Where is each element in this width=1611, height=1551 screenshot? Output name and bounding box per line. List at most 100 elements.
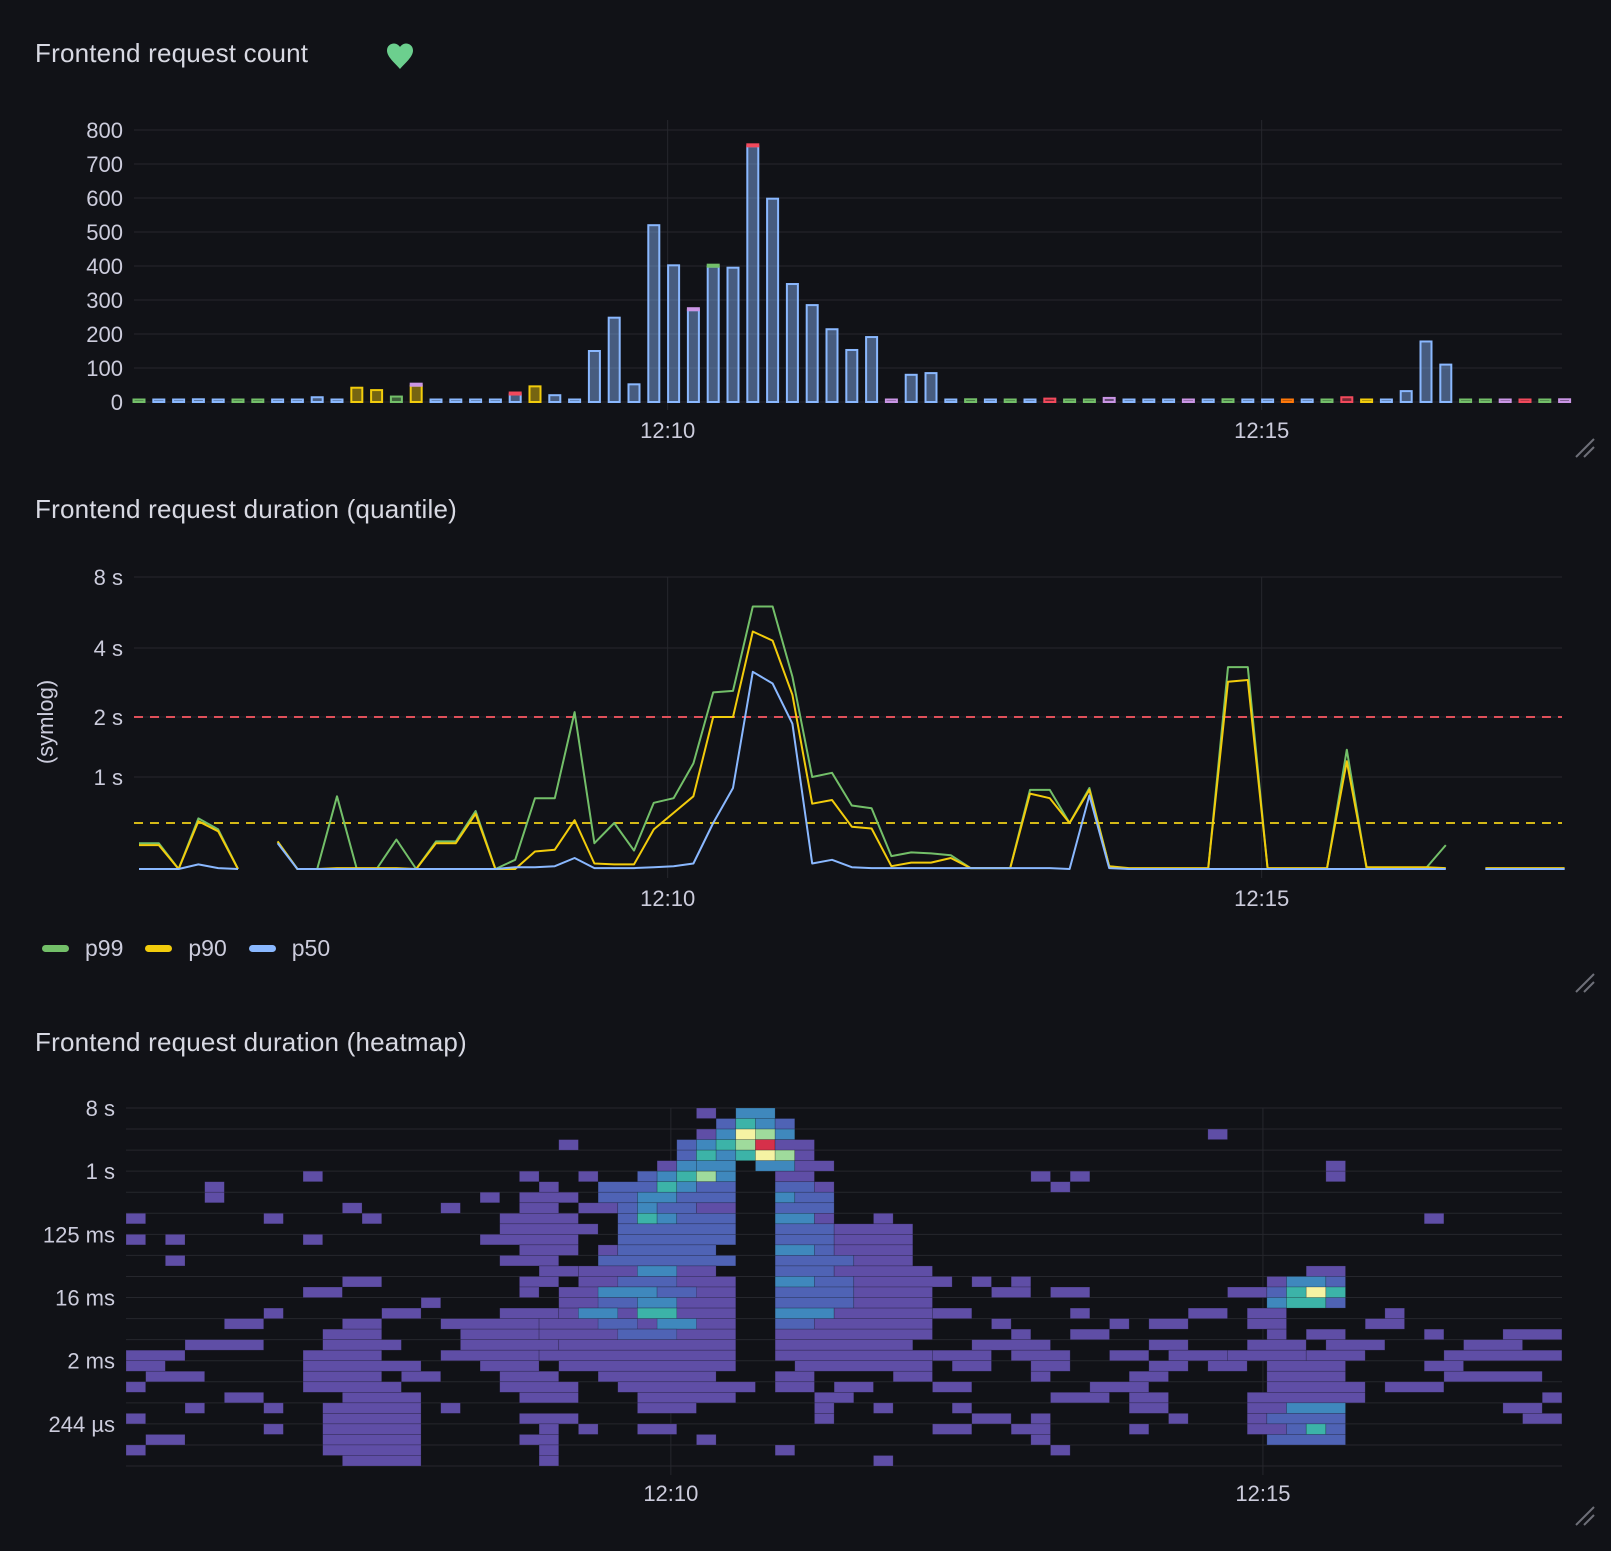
bar — [488, 398, 502, 403]
y-tick-label: 4 s — [94, 636, 123, 661]
heatmap-cell — [460, 1328, 540, 1340]
heatmap-cell — [951, 1360, 992, 1372]
heatmap-cell — [715, 1149, 737, 1161]
bar-top-segment — [706, 263, 720, 268]
heatmap-cell — [184, 1339, 264, 1351]
heatmap-cell — [499, 1381, 579, 1393]
heatmap-cell — [1423, 1360, 1464, 1372]
heatmap-cell — [1286, 1276, 1327, 1288]
heatmap-cell — [637, 1402, 697, 1414]
heatmap-cell — [735, 1149, 756, 1161]
resize-handle-icon[interactable] — [1574, 972, 1596, 994]
heatmap-cell — [617, 1328, 678, 1340]
bar — [1122, 398, 1136, 403]
bar — [766, 197, 780, 403]
heatmap-cell — [1266, 1297, 1287, 1309]
heatmap-cell — [853, 1297, 933, 1309]
heatmap-cell — [755, 1139, 776, 1151]
heatmap-cell — [735, 1118, 756, 1130]
heatmap-cell — [1030, 1434, 1051, 1446]
heatmap-cell — [774, 1318, 815, 1330]
y-tick-label: 125 ms — [43, 1222, 115, 1247]
bar — [1063, 398, 1077, 403]
heatmap-cell — [833, 1234, 914, 1246]
heatmap-cell — [656, 1286, 697, 1298]
bar — [944, 398, 958, 403]
bar — [508, 393, 522, 403]
heatmap-cell — [1364, 1318, 1405, 1330]
heatmap-cell — [479, 1234, 579, 1246]
heatmap-cell — [833, 1265, 933, 1277]
bar — [1360, 398, 1374, 403]
heatmap-cell — [656, 1318, 697, 1330]
bar — [271, 398, 285, 403]
heatmap-cell — [1325, 1170, 1346, 1183]
bar — [1201, 398, 1215, 403]
heatmap-cell — [479, 1360, 540, 1372]
heatmap-cell — [774, 1213, 815, 1225]
heatmap-cell — [1030, 1170, 1051, 1183]
heatmap-cell — [1286, 1402, 1346, 1414]
legend-label: p99 — [85, 935, 124, 961]
heatmap-cell — [696, 1139, 717, 1151]
heatmap-cell — [617, 1223, 737, 1235]
heatmap-cell — [1286, 1297, 1327, 1309]
resize-handle-icon[interactable] — [1574, 437, 1596, 459]
heatmap-cell — [519, 1202, 560, 1214]
x-tick-label: 12:10 — [640, 886, 695, 911]
legend-item-p99[interactable]: p99 — [42, 935, 123, 962]
bar — [310, 396, 324, 403]
heatmap-cell — [696, 1181, 737, 1193]
y-tick-label: 8 s — [94, 565, 123, 590]
heatmap-cell — [204, 1181, 225, 1193]
heatmap-cell — [617, 1213, 638, 1225]
legend-label: p90 — [188, 935, 227, 961]
y-tick-label: 400 — [86, 254, 123, 279]
heatmap-cell — [1443, 1370, 1543, 1383]
heatmap-cell — [755, 1149, 776, 1161]
heatmap-cell — [125, 1381, 146, 1393]
bar — [172, 398, 186, 403]
heatmap-cell — [774, 1297, 855, 1309]
heatmap-cell — [656, 1170, 678, 1183]
heatmap-cell — [656, 1213, 678, 1225]
bar-top-segment — [746, 143, 760, 148]
heatmap-cell — [833, 1223, 914, 1235]
legend-item-p90[interactable]: p90 — [145, 935, 227, 962]
heatmap-cell — [263, 1402, 284, 1414]
heatmap-cell — [1128, 1392, 1169, 1404]
heatmap-cell — [165, 1234, 186, 1246]
heatmap-cell — [637, 1265, 678, 1277]
heatmap-cell — [1384, 1307, 1405, 1319]
heatmap-cell — [401, 1370, 442, 1383]
bar — [983, 398, 997, 403]
legend-item-p50[interactable]: p50 — [248, 935, 331, 962]
heatmap-cell — [676, 1149, 697, 1161]
heatmap-cell — [322, 1328, 383, 1340]
heatmap-cell — [1305, 1286, 1327, 1298]
bar — [1082, 398, 1096, 403]
heatmap-cell — [774, 1149, 796, 1161]
heatmap-cell — [1109, 1318, 1130, 1330]
heatmap-cell — [715, 1139, 737, 1151]
heatmap-cell — [1227, 1349, 1307, 1362]
heatmap-cell — [578, 1307, 619, 1319]
y-tick-label: 1 s — [86, 1159, 115, 1184]
bar — [1241, 398, 1255, 403]
heatmap-cell — [479, 1191, 501, 1204]
heatmap-cell — [597, 1297, 638, 1309]
heatmap-cell — [263, 1423, 284, 1435]
bar — [726, 266, 740, 404]
legend-label: p50 — [291, 935, 331, 961]
heatmap-cell — [774, 1370, 815, 1383]
heatmap-cell — [322, 1444, 422, 1456]
heatmap-cell — [597, 1255, 737, 1267]
heatmap-cell — [1168, 1413, 1189, 1425]
heatmap-cell — [1030, 1413, 1051, 1425]
heatmap-cell — [125, 1360, 166, 1372]
heatmap-cell — [715, 1170, 737, 1183]
resize-handle-icon[interactable] — [1574, 1505, 1596, 1527]
heatmap-cell — [1246, 1413, 1268, 1425]
heatmap-cell — [696, 1434, 717, 1446]
heatmap-cell — [617, 1244, 717, 1256]
